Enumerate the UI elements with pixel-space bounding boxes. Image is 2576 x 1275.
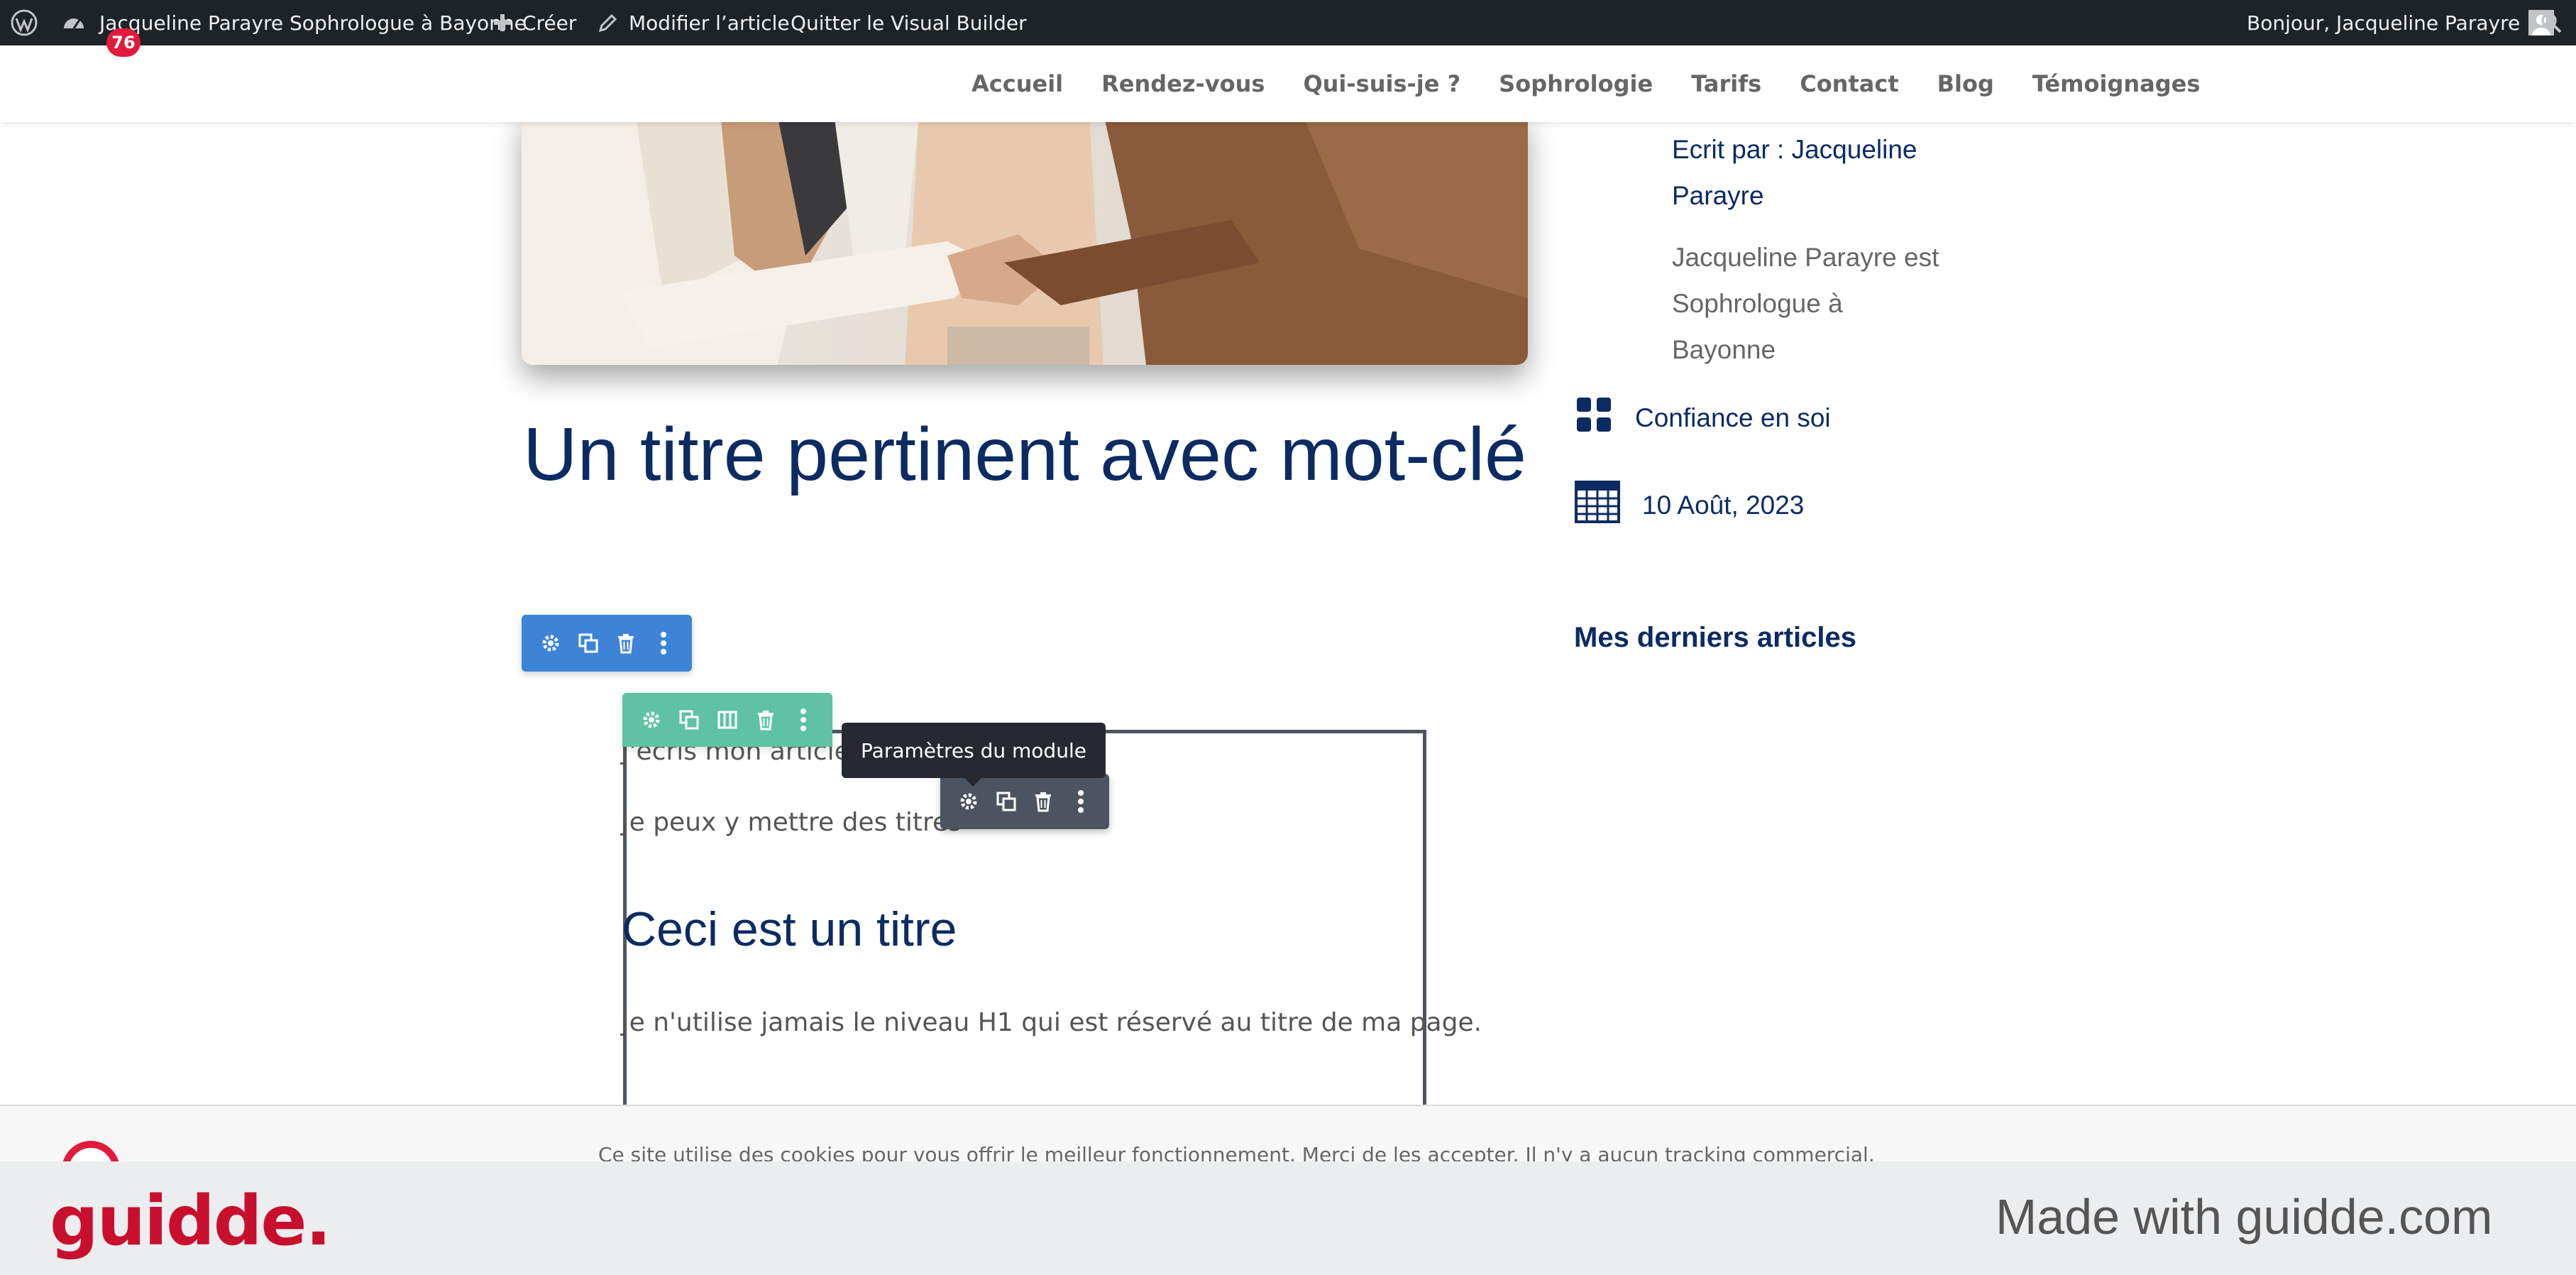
search-icon[interactable] <box>2539 0 2563 45</box>
content-paragraph-2[interactable]: Je peux y mettre des titres <box>622 808 962 837</box>
nav-item-tarifs[interactable]: Tarifs <box>1691 70 1761 97</box>
nav-item-accueil[interactable]: Accueil <box>971 70 1063 97</box>
bio-line-2: Sophrologue à <box>1672 289 1843 318</box>
trash-icon[interactable] <box>752 706 780 734</box>
gear-icon[interactable] <box>954 787 983 816</box>
exit-visual-builder-link[interactable]: Quitter le Visual Builder <box>791 0 1027 45</box>
site-name: Jacqueline Parayre Sophrologue à Bayonne <box>99 11 527 35</box>
made-with-text: Made with guidde.com <box>1996 1189 2493 1244</box>
trash-icon[interactable] <box>612 629 640 657</box>
trash-icon[interactable] <box>1029 787 1057 816</box>
date-row: 10 Août, 2023 <box>1574 480 1804 530</box>
row-toolbar <box>622 693 832 747</box>
nav-item-sophrologie[interactable]: Sophrologie <box>1499 70 1653 97</box>
nav-item-rendez-vous[interactable]: Rendez-vous <box>1101 70 1265 97</box>
recent-articles-heading: Mes derniers articles <box>1574 622 1856 653</box>
bio-line-1: Jacqueline Parayre est <box>1672 243 1939 272</box>
wordpress-icon[interactable] <box>10 0 38 45</box>
duplicate-icon[interactable] <box>675 706 703 734</box>
more-icon[interactable] <box>789 706 818 734</box>
greeting: Bonjour, Jacqueline Parayre <box>2247 11 2521 35</box>
duplicate-icon[interactable] <box>574 629 602 657</box>
post-date: 10 Août, 2023 <box>1642 490 1805 520</box>
author-line-2[interactable]: Parayre <box>1672 173 1942 219</box>
create-menu[interactable]: Créer <box>492 0 576 45</box>
exit-visual-builder-label: Quitter le Visual Builder <box>791 11 1027 35</box>
category-row: Confiance en soi <box>1574 395 1831 441</box>
nav-item-contact[interactable]: Contact <box>1800 70 1898 97</box>
content-heading[interactable]: Ceci est un titre <box>622 902 957 957</box>
bio-line-3: Bayonne <box>1672 335 1776 364</box>
more-icon[interactable] <box>1067 787 1095 816</box>
columns-icon[interactable] <box>713 706 742 734</box>
notification-badge: 76 <box>106 28 141 57</box>
author-bio: Jacqueline Parayre est Sophrologue à Bay… <box>1672 234 1977 373</box>
author-line: Ecrit par : Jacqueline Parayre <box>1672 126 1942 219</box>
author-line-1[interactable]: Ecrit par : Jacqueline <box>1672 126 1942 173</box>
guidde-footer: guidde. Made with guidde.com <box>0 1161 2576 1275</box>
dashboard-icon <box>61 10 87 35</box>
pencil-icon <box>598 12 619 33</box>
main-nav: Accueil Rendez-vous Qui-suis-je ? Sophro… <box>971 45 2200 122</box>
account-menu[interactable]: Bonjour, Jacqueline Parayre <box>2247 0 2555 45</box>
gear-icon[interactable] <box>637 706 666 734</box>
edit-article-label: Modifier l’article <box>629 11 790 35</box>
admin-bar: Jacqueline Parayre Sophrologue à Bayonne… <box>0 0 2576 45</box>
create-label: Créer <box>522 11 577 35</box>
category-link[interactable]: Confiance en soi <box>1635 403 1831 433</box>
content-paragraph-3[interactable]: Je n'utilise jamais le niveau H1 qui est… <box>622 1008 1482 1037</box>
duplicate-icon[interactable] <box>992 787 1020 816</box>
category-grid-icon <box>1574 395 1614 441</box>
gear-icon[interactable] <box>536 629 565 657</box>
plus-icon <box>492 13 512 33</box>
module-settings-tooltip: Paramètres du module <box>842 723 1106 778</box>
site-header: Accueil Rendez-vous Qui-suis-je ? Sophro… <box>0 45 2576 122</box>
section-toolbar <box>522 615 692 672</box>
featured-image <box>522 114 1528 365</box>
nav-item-temoignages[interactable]: Témoignages <box>2032 70 2201 97</box>
calendar-icon <box>1574 480 1621 530</box>
guidde-logo: guidde. <box>50 1181 331 1261</box>
article-title: Un titre pertinent avec mot-clé <box>523 412 1526 496</box>
nav-item-qui-suis-je[interactable]: Qui-suis-je ? <box>1303 70 1460 97</box>
tooltip-arrow <box>963 777 983 787</box>
edit-article-link[interactable]: Modifier l’article <box>598 0 790 45</box>
more-icon[interactable] <box>649 629 678 657</box>
nav-item-blog[interactable]: Blog <box>1937 70 1994 97</box>
